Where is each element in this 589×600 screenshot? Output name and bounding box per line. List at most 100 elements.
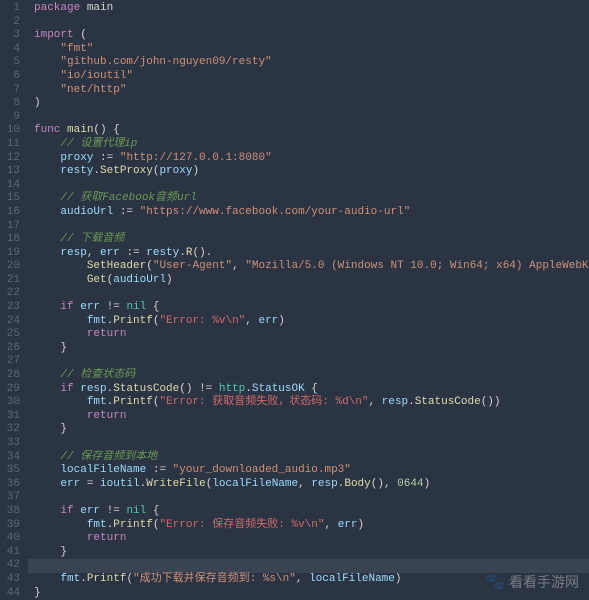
code-line[interactable] bbox=[34, 16, 589, 30]
code-line[interactable] bbox=[28, 559, 589, 573]
line-number: 33 bbox=[0, 437, 20, 451]
code-line[interactable]: if err != nil { bbox=[34, 301, 589, 315]
code-line[interactable] bbox=[34, 437, 589, 451]
token-pn: ) bbox=[358, 519, 365, 531]
line-number: 39 bbox=[0, 519, 20, 533]
code-line[interactable]: err = ioutil.WriteFile(localFileName, re… bbox=[34, 478, 589, 492]
token-fn: Printf bbox=[87, 573, 127, 585]
line-number: 30 bbox=[0, 396, 20, 410]
code-line[interactable] bbox=[34, 491, 589, 505]
token-id: resty bbox=[146, 247, 179, 259]
token-kw: import bbox=[34, 29, 74, 41]
line-number: 2 bbox=[0, 16, 20, 30]
code-area[interactable]: package main import ( "fmt" "github.com/… bbox=[28, 0, 589, 600]
token-fn: WriteFile bbox=[146, 478, 205, 490]
code-line[interactable]: fmt.Printf("Error: 获取音频失败，状态码: %d\n", re… bbox=[34, 396, 589, 410]
token-pn bbox=[34, 505, 60, 517]
code-line[interactable]: localFileName := "your_downloaded_audio.… bbox=[34, 464, 589, 478]
token-str2: "Error: 获取音频失败，状态码: %d\n" bbox=[159, 396, 368, 408]
code-line[interactable]: ) bbox=[34, 97, 589, 111]
code-line[interactable]: "fmt" bbox=[34, 43, 589, 57]
token-kw: return bbox=[87, 328, 127, 340]
token-pn: , bbox=[245, 315, 258, 327]
code-line[interactable]: } bbox=[34, 423, 589, 437]
code-line[interactable]: } bbox=[34, 587, 589, 600]
token-str: "net/http" bbox=[60, 84, 126, 96]
code-line[interactable] bbox=[34, 220, 589, 234]
token-num: 0644 bbox=[397, 478, 423, 490]
line-number: 32 bbox=[0, 423, 20, 437]
token-pn bbox=[34, 274, 87, 286]
token-op: := bbox=[100, 152, 113, 164]
token-id: err bbox=[100, 247, 120, 259]
code-line[interactable]: if resp.StatusCode() != http.StatusOK { bbox=[34, 383, 589, 397]
code-line[interactable]: SetHeader("User-Agent", "Mozilla/5.0 (Wi… bbox=[34, 260, 589, 274]
code-line[interactable]: // 检查状态码 bbox=[34, 369, 589, 383]
token-str: "成功下载并保存音频到: %s\n" bbox=[133, 573, 296, 585]
token-ty: http bbox=[219, 383, 245, 395]
code-line[interactable] bbox=[34, 287, 589, 301]
token-str: "User-Agent" bbox=[153, 260, 232, 272]
line-number: 5 bbox=[0, 56, 20, 70]
line-number: 17 bbox=[0, 220, 20, 234]
token-fn: StatusCode bbox=[415, 396, 481, 408]
code-line[interactable]: "net/http" bbox=[34, 84, 589, 98]
code-line[interactable]: import ( bbox=[34, 29, 589, 43]
token-id: ioutil bbox=[100, 478, 140, 490]
code-line[interactable]: resty.SetProxy(proxy) bbox=[34, 165, 589, 179]
line-number: 19 bbox=[0, 247, 20, 261]
code-line[interactable]: } bbox=[34, 342, 589, 356]
line-number: 13 bbox=[0, 165, 20, 179]
line-number: 23 bbox=[0, 301, 20, 315]
line-number: 12 bbox=[0, 152, 20, 166]
code-line[interactable]: return bbox=[34, 410, 589, 424]
token-pn: ()) bbox=[481, 396, 501, 408]
code-line[interactable]: return bbox=[34, 328, 589, 342]
token-pn bbox=[34, 532, 87, 544]
line-number: 4 bbox=[0, 43, 20, 57]
token-pkg: main bbox=[87, 2, 113, 14]
code-line[interactable]: // 下载音频 bbox=[34, 233, 589, 247]
token-fn: Printf bbox=[113, 315, 153, 327]
code-line[interactable]: package main bbox=[34, 2, 589, 16]
token-pn bbox=[34, 233, 60, 245]
line-number: 40 bbox=[0, 532, 20, 546]
token-pn: , bbox=[87, 247, 100, 259]
code-line[interactable] bbox=[34, 179, 589, 193]
token-pn: } bbox=[34, 587, 41, 599]
code-line[interactable]: // 设置代理ip bbox=[34, 138, 589, 152]
code-line[interactable]: fmt.Printf("Error: 保存音频失败: %v\n", err) bbox=[34, 519, 589, 533]
token-pn bbox=[34, 383, 60, 395]
token-pn bbox=[34, 573, 60, 585]
token-cm: // 获取Facebook音频url bbox=[60, 192, 196, 204]
token-pn: , bbox=[296, 573, 309, 585]
code-line[interactable]: } bbox=[34, 546, 589, 560]
code-editor[interactable]: 1234567891011121314151617181920212223242… bbox=[0, 0, 589, 600]
code-line[interactable] bbox=[34, 355, 589, 369]
token-pn: { bbox=[146, 505, 159, 517]
token-pn bbox=[113, 206, 120, 218]
token-pn bbox=[34, 478, 60, 490]
code-line[interactable]: fmt.Printf("成功下载并保存音频到: %s\n", localFile… bbox=[34, 573, 589, 587]
code-line[interactable]: // 保存音频到本地 bbox=[34, 451, 589, 465]
code-line[interactable]: return bbox=[34, 532, 589, 546]
token-pn: { bbox=[146, 301, 159, 313]
code-line[interactable]: fmt.Printf("Error: %v\n", err) bbox=[34, 315, 589, 329]
code-line[interactable]: Get(audioUrl) bbox=[34, 274, 589, 288]
code-line[interactable]: func main() { bbox=[34, 124, 589, 138]
code-line[interactable]: audioUrl := "https://www.facebook.com/yo… bbox=[34, 206, 589, 220]
code-line[interactable]: "github.com/john-nguyen09/resty" bbox=[34, 56, 589, 70]
token-pn bbox=[146, 464, 153, 476]
token-pn bbox=[212, 383, 219, 395]
token-pn bbox=[34, 301, 60, 313]
token-pn bbox=[34, 396, 87, 408]
code-line[interactable]: resp, err := resty.R(). bbox=[34, 247, 589, 261]
token-id: resty bbox=[60, 165, 93, 177]
code-line[interactable]: "io/ioutil" bbox=[34, 70, 589, 84]
code-line[interactable] bbox=[34, 111, 589, 125]
code-line[interactable]: proxy := "http://127.0.0.1:8080" bbox=[34, 152, 589, 166]
code-line[interactable]: // 获取Facebook音频url bbox=[34, 192, 589, 206]
code-line[interactable]: if err != nil { bbox=[34, 505, 589, 519]
token-pn: . bbox=[80, 573, 87, 585]
line-number: 9 bbox=[0, 111, 20, 125]
